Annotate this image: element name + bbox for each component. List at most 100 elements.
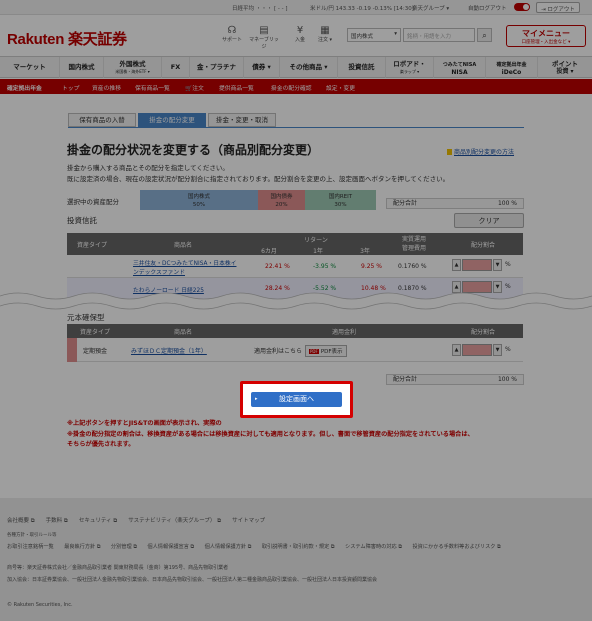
allocation-sum-box: 配分合計 100 % xyxy=(386,198,524,209)
col-ratio: 配分割合 xyxy=(470,329,495,336)
section-investment-trust: 投資信託 xyxy=(67,216,97,225)
col-cost: 実質運用 管理費用 xyxy=(401,236,426,252)
cost-value: 0.1760 % xyxy=(398,263,427,270)
allocation-segment-domestic-stock: 国内株式 50% xyxy=(140,190,258,210)
footer-policy-links[interactable]: お取引注意銘柄一覧 最良執行方針 ⧉ 分別管理 ⧉ 個人情報保護宣言 ⧉ 個人情… xyxy=(7,543,501,551)
nav-ideco[interactable]: 確定拠出年金 iDeCo xyxy=(486,57,538,78)
clear-button[interactable]: クリア xyxy=(454,213,524,228)
table-row: 定期預金 みずほＤＣ定期預金（1年） 適用金利はこちらPDF表示 ▲ ▼% xyxy=(67,338,523,362)
subnav-settings[interactable]: 設定・変更 xyxy=(326,83,355,92)
segment-pct: 50% xyxy=(192,202,206,208)
order-label: 注文 ▾ xyxy=(317,37,333,43)
nav-market[interactable]: マーケット xyxy=(0,57,60,78)
decrement-button[interactable]: ▲ xyxy=(452,259,461,271)
decrement-button[interactable]: ▲ xyxy=(452,344,461,356)
search-icon: ⌕ xyxy=(482,31,487,40)
asset-type-stripe-deposit xyxy=(67,338,77,362)
subnav-asset-history[interactable]: 資産の推移 xyxy=(92,83,121,92)
group-link[interactable]: 楽天グループ ▾ xyxy=(412,4,449,12)
mymenu-button[interactable]: マイメニュー 口座管理・入出金など ▾ xyxy=(506,25,586,47)
nav-points-sub: 投資 ▾ xyxy=(556,68,574,75)
nav-other-products[interactable]: その他商品 ▾ xyxy=(280,57,338,78)
usd-ticker: 米ドル/円 143.33 -0.19 -0.13% [14:30] xyxy=(310,6,414,12)
nav-gold[interactable]: 金・プラチナ xyxy=(190,57,244,78)
highlight-frame: 設定画面へ xyxy=(240,381,353,418)
col-1y: 1年 xyxy=(313,248,323,255)
subnav-allocation-check[interactable]: 掛金の配分確認 xyxy=(271,83,312,92)
support-button[interactable]: ☊ サポート xyxy=(217,25,247,43)
increment-button[interactable]: ▼ xyxy=(493,344,502,356)
allocation-sum-box-bottom: 配分合計 100 % xyxy=(386,374,524,385)
moneybridge-button[interactable]: ▤ マネーブリッジ xyxy=(249,25,279,50)
col-return: リターン xyxy=(304,237,328,244)
tab-allocation-change[interactable]: 掛金の配分変更 xyxy=(138,113,206,127)
subnav-title: 確定拠出年金 xyxy=(7,86,42,92)
nav-bonds[interactable]: 債券 ▾ xyxy=(244,57,280,78)
dc-subnav: 確定拠出年金 トップ 資産の推移 保有商品一覧 🛒注文 提供商品一覧 掛金の配分… xyxy=(0,79,592,94)
page-title: 掛金の配分状況を変更する（商品別配分変更） xyxy=(67,143,320,157)
nav-roboad[interactable]: ロボアド・ 楽ラップ ▾ xyxy=(386,57,434,78)
ratio-unit: % xyxy=(505,346,511,353)
footer-copyright: © Rakuten Securities, Inc. xyxy=(7,602,73,608)
nav-foreign-stock[interactable]: 外国株式 米国株・海外ETF ▾ xyxy=(104,57,162,78)
footer-links[interactable]: 会社概要 ⧉ 手数料 ⧉ セキュリティ ⧉ サステナビリティ（楽天グループ） ⧉… xyxy=(7,516,265,525)
col-rate: 適用金利 xyxy=(331,329,356,336)
book-icon: ▤ xyxy=(259,25,269,36)
proceed-to-settings-button[interactable]: 設定画面へ xyxy=(251,392,342,407)
rate-label: 適用金利はこちら xyxy=(254,348,303,355)
nav-investment-trust[interactable]: 投資信託 xyxy=(338,57,386,78)
order-icon: ▦ xyxy=(320,25,330,36)
rakuten-logo[interactable]: Rakuten 楽天証券 xyxy=(7,28,127,49)
subnav-products[interactable]: 提供商品一覧 xyxy=(219,83,254,92)
nav-domestic-stock[interactable]: 国内株式 xyxy=(60,57,104,78)
col-asset-type: 資産タイプ xyxy=(79,329,110,336)
footer: 会社概要 ⧉ 手数料 ⧉ セキュリティ ⧉ サステナビリティ（楽天グループ） ⧉… xyxy=(0,498,592,621)
search-button[interactable]: ⌕ xyxy=(477,28,492,42)
subnav-order[interactable]: 🛒注文 xyxy=(185,83,204,92)
segment-pct: 20% xyxy=(275,202,288,208)
return-6m: 22.41 % xyxy=(265,263,290,270)
footer-company: 商号等：楽天証券株式会社／金融商品取引業者 関東財務局長（金商）第195号、商品… xyxy=(7,565,229,571)
subnav-holdings[interactable]: 保有商品一覧 xyxy=(135,83,170,92)
col-3y: 3年 xyxy=(360,248,370,255)
tab-swap-holdings[interactable]: 保有商品の入替 xyxy=(68,113,136,127)
utility-bar: 日経平均 ・・・ [ - - ] 米ドル/円 143.33 -0.19 -0.1… xyxy=(0,0,592,15)
ratio-stepper: ▲ ▼% xyxy=(452,344,511,356)
tab-change-cancel[interactable]: 掛金・変更・取消 xyxy=(208,113,276,127)
auto-logout-label: 自動ログアウト xyxy=(468,6,507,12)
increment-button[interactable]: ▼ xyxy=(493,259,502,271)
nav-ideco-sub: iDeCo xyxy=(501,69,522,76)
ratio-stepper: ▲ ▼% xyxy=(452,259,511,271)
product-name-link[interactable]: みずほＤＣ定期預金（1年） xyxy=(131,346,207,355)
note-line-2: ※掛金の配分指定の割合は、移換資産がある場合には移換資産に対しても適用となります… xyxy=(67,431,474,438)
description-line-2: 既に設定済の場合、現在の設定状況が配分割合に指定されております。配分割合を変更の… xyxy=(67,175,450,183)
fund-name-link[interactable]: 三井住友・DCつみたてNISA・日本株イ xyxy=(133,258,236,267)
moneybridge-label: マネーブリッジ xyxy=(249,37,279,50)
help-link[interactable]: 商品別配分変更の方法 xyxy=(447,147,514,156)
allocation-segment-domestic-bond: 国内債券 20% xyxy=(258,190,305,210)
ratio-unit: % xyxy=(505,283,511,290)
logout-button[interactable]: ⇥ ログアウト xyxy=(536,2,580,13)
nav-foreign-stock-label: 外国株式 xyxy=(119,60,146,68)
ratio-input[interactable] xyxy=(462,259,492,271)
nav-nisa[interactable]: つみたてNISA NISA xyxy=(434,57,486,78)
order-button[interactable]: ▦ 注文 ▾ xyxy=(310,25,340,43)
sum-value: 100 % xyxy=(497,200,517,207)
allocation-label: 選択中の資産配分 xyxy=(67,198,119,206)
col-6m: 6カ月 xyxy=(261,248,277,255)
cut-separator xyxy=(0,292,592,310)
page: 日経平均 ・・・ [ - - ] 米ドル/円 143.33 -0.19 -0.1… xyxy=(0,0,592,621)
subnav-top[interactable]: トップ xyxy=(62,83,79,92)
nav-points[interactable]: ポイント 投資 ▾ xyxy=(538,57,592,78)
support-label: サポート xyxy=(221,37,242,43)
segment-name: 国内債券 xyxy=(270,194,293,200)
search-input[interactable]: 銘柄・用語を入力 xyxy=(403,28,475,42)
nav-fx[interactable]: FX xyxy=(162,57,190,78)
allocation-segment-domestic-reit: 国内REIT 30% xyxy=(305,190,376,210)
search-category-select[interactable]: 国内株式 xyxy=(347,28,401,42)
fund-name-link-cont[interactable]: ンデックスファンド xyxy=(133,267,185,276)
auto-logout-toggle[interactable] xyxy=(514,3,530,11)
pdf-button[interactable]: PDF表示 xyxy=(305,345,347,357)
global-nav: マーケット 国内株式 外国株式 米国株・海外ETF ▾ FX 金・プラチナ 債券 … xyxy=(0,56,592,78)
ratio-input[interactable] xyxy=(462,344,492,356)
